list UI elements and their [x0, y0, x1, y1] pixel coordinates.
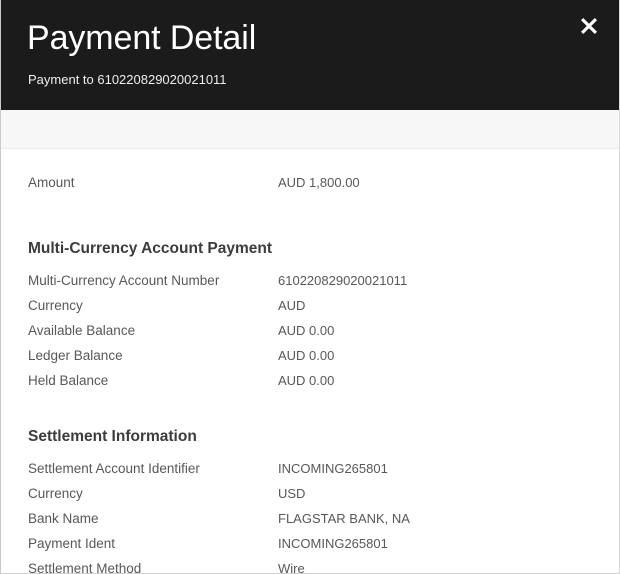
- detail-value: AUD 0.00: [278, 348, 335, 363]
- detail-label: Multi-Currency Account Number: [28, 273, 220, 288]
- detail-label: Ledger Balance: [28, 348, 123, 363]
- section-heading: Multi-Currency Account Payment: [28, 240, 273, 257]
- table-row: Available Balance AUD 0.00: [1, 318, 619, 343]
- detail-label: Bank Name: [28, 511, 99, 526]
- table-row: Settlement Method Wire: [1, 556, 619, 574]
- detail-label: Payment Ident: [28, 536, 116, 551]
- detail-value: AUD: [278, 298, 306, 313]
- detail-label: Held Balance: [28, 373, 109, 388]
- table-row: Currency USD: [1, 481, 619, 506]
- detail-value: FLAGSTAR BANK, NA: [278, 511, 410, 526]
- detail-value: Wire: [278, 561, 305, 574]
- detail-value: AUD 0.00: [278, 373, 335, 388]
- detail-value: 610220829020021011: [278, 273, 408, 288]
- detail-value: INCOMING265801: [278, 461, 388, 476]
- detail-row-amount: Amount AUD 1,800.00: [1, 170, 619, 195]
- table-row: Bank Name FLAGSTAR BANK, NA: [1, 506, 619, 531]
- detail-label: Currency: [28, 298, 83, 313]
- page-title: Payment Detail: [27, 19, 257, 57]
- section-heading: Settlement Information: [28, 428, 197, 445]
- detail-label: Settlement Account Identifier: [28, 461, 200, 476]
- modal-body: Amount AUD 1,800.00 Multi-Currency Accou…: [1, 149, 619, 574]
- detail-value: AUD 0.00: [278, 323, 335, 338]
- detail-label: Currency: [28, 486, 83, 501]
- payment-detail-modal: Payment Detail Payment to 61022082902002…: [0, 0, 620, 574]
- close-button[interactable]: [574, 11, 604, 41]
- detail-label: Available Balance: [28, 323, 136, 338]
- modal-header: Payment Detail Payment to 61022082902002…: [1, 0, 619, 110]
- table-row: Held Balance AUD 0.00: [1, 368, 619, 393]
- detail-label: Amount: [28, 175, 75, 190]
- table-row: Currency AUD: [1, 293, 619, 318]
- toolbar-band: [1, 110, 619, 149]
- table-row: Settlement Account Identifier INCOMING26…: [1, 456, 619, 481]
- detail-value: INCOMING265801: [278, 536, 388, 551]
- section-multi-currency-account-payment: Multi-Currency Account Payment Multi-Cur…: [1, 195, 619, 393]
- table-row: Multi-Currency Account Number 6102208290…: [1, 268, 619, 293]
- detail-value: AUD 1,800.00: [278, 175, 360, 190]
- table-row: Payment Ident INCOMING265801: [1, 531, 619, 556]
- modal-subtitle: Payment to 610220829020021011: [28, 72, 227, 87]
- detail-value: USD: [278, 486, 306, 501]
- amount-block: Amount AUD 1,800.00: [1, 149, 619, 195]
- close-icon: [578, 15, 600, 37]
- section-settlement-information: Settlement Information Settlement Accoun…: [1, 393, 619, 574]
- table-row: Ledger Balance AUD 0.00: [1, 343, 619, 368]
- detail-label: Settlement Method: [28, 561, 142, 574]
